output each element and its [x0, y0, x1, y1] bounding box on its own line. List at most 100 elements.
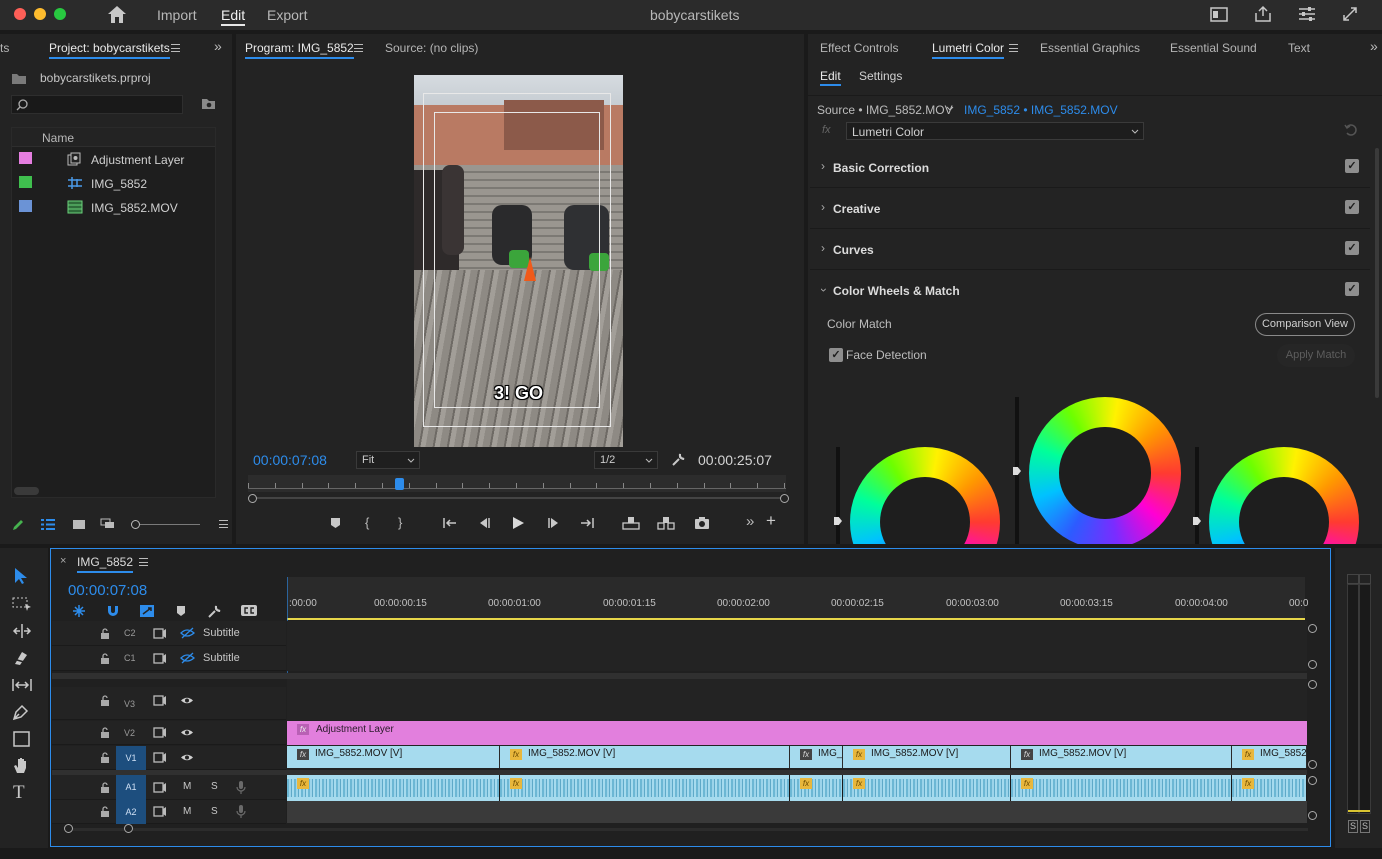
lock-icon[interactable] — [100, 782, 110, 793]
hidden-eye-icon[interactable] — [180, 652, 195, 665]
hidden-eye-icon[interactable] — [180, 627, 195, 640]
track-target-v1[interactable]: V1 — [116, 746, 146, 770]
slip-tool-icon[interactable] — [11, 677, 33, 693]
nest-icon[interactable] — [71, 604, 87, 618]
wrench-icon[interactable] — [671, 452, 686, 467]
sync-lock-icon[interactable] — [153, 782, 167, 793]
timeline-ruler[interactable] — [287, 577, 1305, 620]
scroll-handle[interactable] — [1308, 760, 1317, 769]
list-item[interactable]: IMG_5852.MOV — [12, 196, 215, 220]
icon-view-icon[interactable] — [72, 518, 86, 530]
share-icon[interactable] — [1254, 5, 1272, 23]
home-icon[interactable] — [107, 5, 127, 24]
search-input[interactable] — [11, 95, 183, 114]
subtab-edit[interactable]: Edit — [820, 69, 841, 86]
shadows-slider-handle[interactable] — [834, 517, 842, 525]
track-target-a2[interactable]: A2 — [116, 800, 146, 824]
audio-clip[interactable]: fx — [287, 775, 500, 801]
nav-import[interactable]: Import — [157, 7, 197, 23]
type-tool-icon[interactable]: T — [13, 782, 25, 804]
razor-tool-icon[interactable] — [12, 650, 30, 666]
step-forward-icon[interactable] — [547, 517, 561, 529]
lock-icon[interactable] — [100, 806, 110, 817]
audio-clip[interactable]: fx — [843, 775, 1011, 801]
tab-project[interactable]: Project: bobycarstikets — [49, 41, 170, 59]
mark-in-icon[interactable]: { — [365, 515, 369, 530]
timeline-settings-icon[interactable] — [207, 604, 222, 619]
tab-essential-graphics[interactable]: Essential Graphics — [1040, 41, 1140, 55]
mark-out-icon[interactable]: } — [398, 515, 402, 530]
section-checkbox[interactable]: ✓ — [1345, 241, 1359, 255]
section-checkbox[interactable]: ✓ — [1345, 159, 1359, 173]
sync-lock-icon[interactable] — [153, 806, 167, 817]
sequence-menu-icon[interactable] — [139, 558, 148, 566]
column-name[interactable]: Name — [42, 131, 74, 145]
play-icon[interactable] — [512, 516, 525, 530]
subtab-settings[interactable]: Settings — [859, 69, 902, 83]
apply-match-button[interactable]: Apply Match — [1277, 344, 1355, 367]
sync-lock-icon[interactable] — [153, 695, 167, 706]
program-timecode[interactable]: 00:00:07:08 — [253, 452, 327, 468]
sync-lock-icon[interactable] — [153, 653, 167, 664]
linked-selection-icon[interactable] — [139, 604, 155, 618]
video-clip[interactable]: fx IMG_5852. — [1232, 746, 1307, 768]
audio-clip[interactable]: fx — [500, 775, 790, 801]
lock-icon[interactable] — [100, 628, 110, 639]
scroll-handle[interactable] — [1308, 776, 1317, 785]
lock-icon[interactable] — [100, 695, 110, 706]
time-ruler[interactable] — [248, 475, 786, 492]
scroll-handle[interactable] — [1308, 811, 1317, 820]
tab-essential-sound[interactable]: Essential Sound — [1170, 41, 1257, 55]
midtones-wheel[interactable] — [1029, 397, 1181, 544]
playhead[interactable] — [394, 478, 404, 490]
solo-button[interactable]: S — [211, 781, 218, 792]
mute-button[interactable]: M — [183, 781, 191, 792]
tab-cut[interactable]: ts — [0, 41, 9, 55]
wheel-center[interactable] — [1059, 427, 1151, 519]
lumetri-menu-icon[interactable] — [1009, 44, 1018, 52]
adjustment-layer-clip[interactable]: fx Adjustment Layer — [287, 721, 1307, 745]
minimize-window-button[interactable] — [34, 8, 46, 20]
go-to-out-icon[interactable] — [580, 517, 595, 529]
microphone-icon[interactable] — [236, 780, 246, 795]
scroll-handle[interactable] — [1308, 624, 1317, 633]
program-menu-icon[interactable] — [354, 44, 363, 52]
eye-icon[interactable] — [180, 727, 194, 738]
source-label[interactable]: Source • IMG_5852.MOV — [817, 103, 953, 117]
tab-lumetri-color[interactable]: Lumetri Color — [932, 41, 1005, 59]
nav-edit[interactable]: Edit — [221, 7, 246, 26]
close-window-button[interactable] — [14, 8, 26, 20]
solo-right-button[interactable]: S — [1360, 820, 1370, 833]
new-bin-icon[interactable] — [201, 97, 216, 110]
lock-icon[interactable] — [100, 752, 110, 763]
section-checkbox[interactable]: ✓ — [1345, 282, 1359, 296]
add-marker-icon[interactable] — [176, 605, 186, 617]
fullscreen-icon[interactable] — [1342, 6, 1358, 22]
video-clip[interactable]: fx IMG_5852.MOV [V] — [843, 746, 1011, 768]
selection-tool-icon[interactable] — [13, 567, 29, 585]
panel-overflow-icon[interactable]: » — [214, 38, 222, 54]
effect-dropdown[interactable]: Lumetri Color — [846, 122, 1144, 140]
section-curves[interactable]: › Curves ✓ — [810, 230, 1370, 270]
solo-left-button[interactable]: S — [1348, 820, 1358, 833]
chevron-down-icon[interactable] — [946, 106, 954, 111]
settings-icon[interactable] — [1298, 6, 1316, 22]
audio-clip[interactable]: fx — [1232, 775, 1307, 801]
lumetri-scrollbar[interactable] — [1375, 148, 1379, 398]
audio-clip[interactable]: fx — [1011, 775, 1232, 801]
a2-track-area[interactable] — [287, 801, 1307, 823]
caption-text[interactable]: 3! GO — [414, 383, 623, 404]
microphone-icon[interactable] — [236, 804, 246, 819]
video-clip[interactable]: fx IMG_5852.MOV [V] — [1011, 746, 1232, 768]
face-detection-checkbox[interactable]: ✓ — [829, 348, 843, 362]
highlights-slider[interactable] — [1195, 447, 1199, 544]
zoom-slider[interactable] — [134, 524, 200, 525]
camera-icon[interactable] — [694, 516, 710, 530]
wheel-center[interactable] — [1239, 477, 1329, 544]
add-button-icon[interactable]: + — [766, 511, 776, 531]
list-scrollbar[interactable] — [14, 487, 39, 495]
snap-icon[interactable] — [106, 604, 120, 618]
tab-source[interactable]: Source: (no clips) — [385, 41, 478, 55]
audio-clip[interactable]: fx — [790, 775, 843, 801]
close-sequence-icon[interactable]: × — [60, 555, 66, 567]
